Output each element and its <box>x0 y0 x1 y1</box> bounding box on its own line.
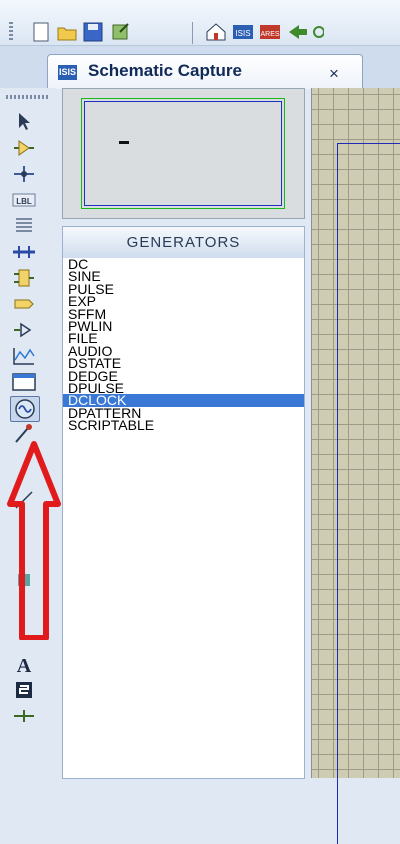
generators-header: GENERATORS <box>62 226 305 259</box>
generator-icon[interactable] <box>10 396 40 422</box>
open-folder-icon[interactable] <box>56 22 78 42</box>
generator-item-pwlin[interactable]: PWLIN <box>63 319 304 333</box>
home-icon[interactable] <box>205 22 227 42</box>
generator-item-pulse[interactable]: PULSE <box>63 282 304 296</box>
overview-window[interactable] <box>62 88 305 219</box>
isis-icon[interactable]: ISIS <box>232 22 254 42</box>
main-toolbar: ISIS ARES <box>0 0 400 46</box>
new-file-icon[interactable] <box>30 22 52 42</box>
ares-icon[interactable]: ARES <box>259 22 281 42</box>
tool-stub-icon[interactable] <box>10 488 38 512</box>
document-tabstrip: ISIS Schematic Capture × <box>0 46 400 89</box>
symbol-icon[interactable] <box>10 678 38 702</box>
text-a-icon[interactable]: A <box>10 652 38 676</box>
more-icon[interactable] <box>312 22 324 42</box>
close-icon[interactable]: × <box>329 64 339 84</box>
text-script-icon[interactable] <box>10 214 38 238</box>
svg-text:A: A <box>17 655 32 676</box>
component-icon[interactable] <box>10 136 38 160</box>
generator-item-scriptable[interactable]: SCRIPTABLE <box>63 418 304 432</box>
label-icon[interactable]: LBL <box>10 188 38 212</box>
schematic-canvas[interactable] <box>311 88 400 844</box>
bus-icon[interactable] <box>10 240 38 264</box>
mode-toolbar: LBL A <box>0 88 55 778</box>
graph-icon[interactable] <box>10 344 38 368</box>
overview-component <box>119 141 129 144</box>
generators-list[interactable]: DC SINE PULSE EXP SFFM PWLIN FILE AUDIO DSTATE DE… <box>62 257 305 779</box>
svg-text:ISIS: ISIS <box>235 29 250 38</box>
isis-badge-icon: ISIS <box>58 65 77 80</box>
terminal-icon[interactable] <box>10 292 38 316</box>
tab-title: Schematic Capture <box>88 61 242 80</box>
sheet-border <box>337 143 400 844</box>
junction-icon[interactable] <box>10 162 38 186</box>
svg-text:ARES: ARES <box>260 31 279 38</box>
import-icon[interactable] <box>110 22 132 42</box>
tab-schematic-capture[interactable]: ISIS Schematic Capture × <box>47 54 363 89</box>
marker-icon[interactable] <box>10 704 38 728</box>
overview-sheet <box>84 101 282 206</box>
probe-icon[interactable] <box>10 422 38 446</box>
save-icon[interactable] <box>82 22 104 42</box>
svg-text:LBL: LBL <box>16 197 32 206</box>
toolbar-separator <box>192 22 193 44</box>
subcircuit-icon[interactable] <box>10 266 38 290</box>
toolbar-grip[interactable] <box>6 95 48 99</box>
tool-stub-icon[interactable] <box>10 568 38 592</box>
tape-icon[interactable] <box>10 370 38 394</box>
back-icon[interactable] <box>287 22 309 42</box>
toolbar-grip[interactable] <box>9 22 13 42</box>
pin-icon[interactable] <box>10 318 38 342</box>
arrow-pointer-icon[interactable] <box>10 110 38 134</box>
